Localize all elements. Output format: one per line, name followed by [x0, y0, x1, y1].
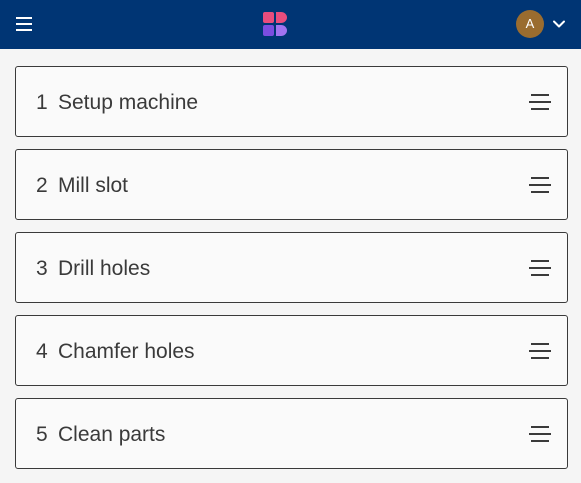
step-item[interactable]: 5 Clean parts: [15, 398, 568, 469]
step-item[interactable]: 2 Mill slot: [15, 149, 568, 220]
step-item[interactable]: 3 Drill holes: [15, 232, 568, 303]
step-number: 2: [36, 174, 48, 197]
hamburger-menu-icon[interactable]: [11, 11, 37, 37]
step-number: 5: [36, 423, 48, 446]
chevron-down-icon[interactable]: [550, 15, 568, 33]
user-avatar[interactable]: A: [516, 10, 544, 38]
drag-handle-icon[interactable]: [529, 92, 553, 112]
top-app-bar: A: [0, 0, 581, 49]
app-logo-icon: [262, 11, 288, 37]
step-label: Clean parts: [58, 423, 166, 446]
drag-handle-icon[interactable]: [529, 341, 553, 361]
avatar-initial: A: [525, 16, 535, 31]
drag-handle-icon[interactable]: [529, 424, 553, 444]
step-number: 4: [36, 340, 48, 363]
drag-handle-icon[interactable]: [529, 175, 553, 195]
drag-handle-icon[interactable]: [529, 258, 553, 278]
step-item[interactable]: 4 Chamfer holes: [15, 315, 568, 386]
step-label: Drill holes: [58, 257, 151, 280]
operation-step-list: 1 Setup machine 2 Mill slot 3 Drill hole…: [15, 66, 568, 481]
step-label: Setup machine: [58, 91, 199, 114]
step-number: 3: [36, 257, 48, 280]
step-label: Chamfer holes: [58, 340, 195, 363]
step-label: Mill slot: [58, 174, 129, 197]
step-number: 1: [36, 91, 48, 114]
step-item[interactable]: 1 Setup machine: [15, 66, 568, 137]
